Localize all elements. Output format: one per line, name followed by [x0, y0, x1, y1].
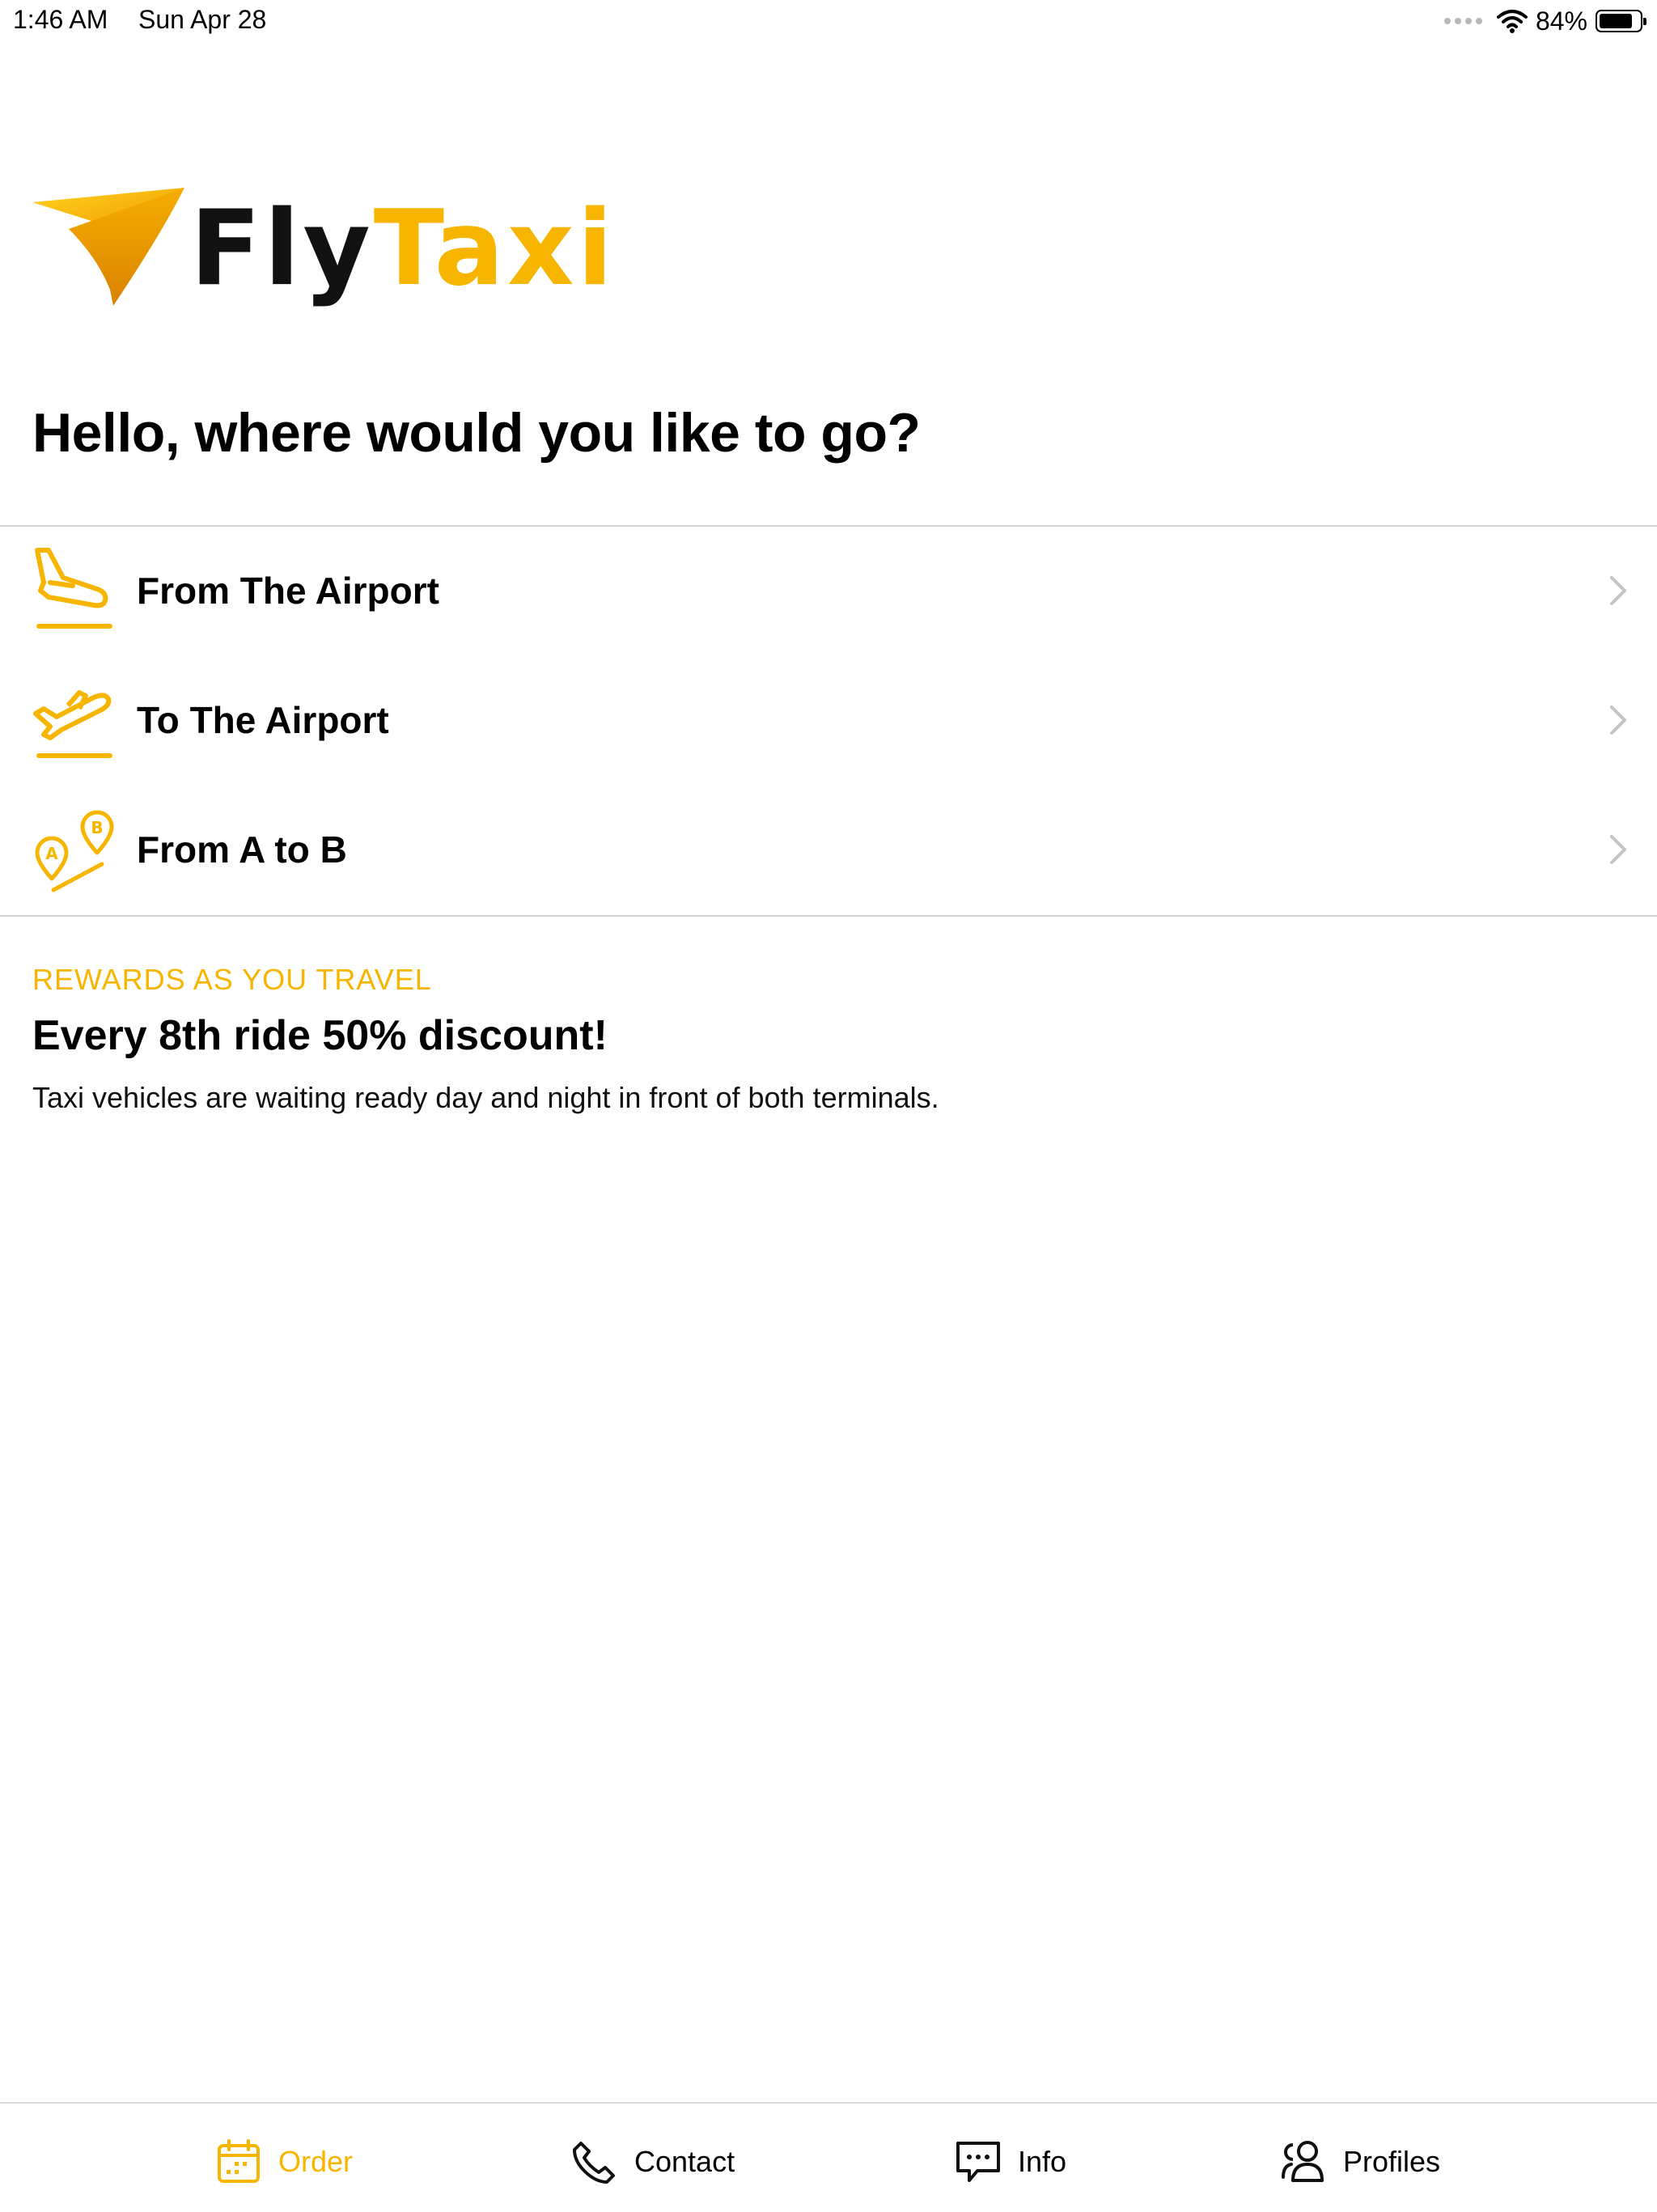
phone-icon: [573, 2142, 615, 2184]
status-indicators: 84%: [1443, 5, 1646, 37]
tab-label: Info: [1018, 2145, 1067, 2178]
calendar-icon: [218, 2139, 260, 2183]
menu-item-a-to-b[interactable]: A B From A to B: [0, 785, 1657, 914]
battery-fill: [1600, 14, 1632, 28]
logo-fly: Fly: [190, 189, 374, 309]
svg-text:A: A: [45, 844, 58, 863]
plane-takeoff-icon: [33, 690, 112, 758]
rewards-title: Every 8th ride 50% discount!: [32, 1012, 608, 1059]
menu-item-label: From A to B: [137, 828, 347, 871]
chevron-right-icon: [1610, 706, 1626, 735]
status-time: 1:46 AM: [13, 5, 108, 34]
tab-contact[interactable]: Contact: [571, 2136, 735, 2188]
paper-plane-logo-icon: [32, 188, 184, 306]
tab-info[interactable]: Info: [955, 2136, 1066, 2188]
battery-icon: [1596, 10, 1646, 32]
menu-item-label: From The Airport: [137, 570, 439, 612]
status-bar: 1:46 AM Sun Apr 28 84%: [0, 0, 1657, 45]
page-title: Hello, where would you like to go?: [32, 402, 921, 464]
tab-label: Profiles: [1343, 2145, 1441, 2178]
menu-item-to-airport[interactable]: To The Airport: [0, 655, 1657, 785]
menu-item-label: To The Airport: [137, 699, 389, 741]
status-date: Sun Apr 28: [138, 5, 267, 34]
tab-order[interactable]: Order: [215, 2136, 353, 2188]
tab-label: Contact: [634, 2145, 735, 2178]
route-pins-icon: A B: [35, 810, 114, 892]
chat-icon: [956, 2142, 1000, 2182]
plane-landing-icon: [35, 548, 112, 629]
rewards-eyebrow: REWARDS AS YOU TRAVEL: [32, 963, 432, 996]
logo-wordmark: FlyTaxi: [190, 193, 616, 306]
rewards-body: Taxi vehicles are waiting ready day and …: [32, 1081, 939, 1114]
battery-percent: 84%: [1535, 6, 1587, 36]
cellular-signal-icon: [1443, 18, 1482, 24]
chevron-right-icon: [1610, 835, 1626, 864]
wifi-icon: [1496, 10, 1528, 33]
chevron-right-icon: [1610, 576, 1626, 605]
logo-taxi: Taxi: [373, 189, 617, 309]
svg-text:B: B: [91, 818, 103, 837]
tab-bar: Order Contact Info Profiles: [0, 2102, 1657, 2212]
users-icon: [1282, 2141, 1324, 2182]
menu-item-from-airport[interactable]: From The Airport: [0, 526, 1657, 655]
flytaxi-logo: FlyTaxi: [32, 184, 612, 314]
tab-label: Order: [278, 2145, 354, 2178]
tab-profiles[interactable]: Profiles: [1280, 2136, 1440, 2188]
divider-bottom: [0, 915, 1657, 917]
